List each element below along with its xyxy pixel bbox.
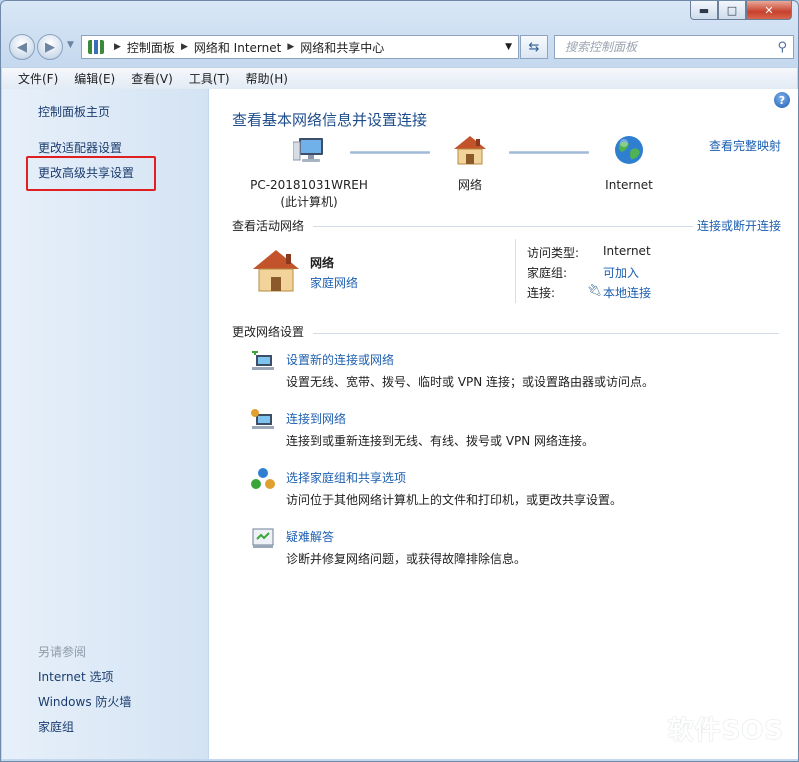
task-troubleshoot-link[interactable]: 疑难解答 <box>286 528 334 545</box>
task-connect-network-link[interactable]: 连接到网络 <box>286 410 346 427</box>
see-also-heading: 另请参阅 <box>38 645 87 659</box>
forward-button[interactable]: ▶ <box>37 34 63 60</box>
map-connector <box>350 151 430 154</box>
main-content: ? 查看基本网络信息并设置连接 查看完整映射 PC-20181031WREH (… <box>209 89 798 759</box>
watermark: 软件SOS <box>667 716 784 746</box>
arrow-left-icon: ◀ <box>17 39 27 55</box>
see-also-internet-options[interactable]: Internet 选项 <box>38 668 113 685</box>
search-box[interactable]: ⚲ <box>554 35 794 59</box>
internet-node-label: Internet <box>605 178 653 192</box>
local-connection-link[interactable]: 本地连接 <box>603 284 651 301</box>
computer-subtitle: (此计算机) <box>280 195 338 209</box>
chevron-right-icon[interactable]: ▶ <box>287 42 294 52</box>
menu-bar: 文件(F) 编辑(E) 查看(V) 工具(T) 帮助(H) <box>2 67 797 90</box>
crumb-control-panel[interactable]: 控制面板 <box>127 39 175 56</box>
change-settings-heading: 更改网络设置 <box>232 325 305 339</box>
help-icon[interactable]: ? <box>774 92 790 108</box>
control-panel-window: ▬ □ ✕ ◀ ▶ ▼ ▶ 控制面板 ▶ 网络和 Internet ▶ 网络和共… <box>0 0 799 762</box>
connect-network-icon <box>251 409 274 429</box>
task-setup-connection-link[interactable]: 设置新的连接或网络 <box>286 351 394 368</box>
connection-label: 连接: <box>527 286 556 300</box>
network-house-icon[interactable] <box>452 134 488 166</box>
divider <box>515 239 516 303</box>
troubleshoot-icon <box>252 528 274 548</box>
history-dropdown-icon[interactable]: ▼ <box>67 40 74 50</box>
ethernet-plug-icon: 🔌︎ <box>587 283 603 297</box>
maximize-button[interactable]: □ <box>718 1 746 20</box>
search-icon[interactable]: ⚲ <box>777 40 787 55</box>
search-input[interactable] <box>563 39 778 55</box>
task-homegroup-desc: 访问位于其他网络计算机上的文件和打印机，或更改共享设置。 <box>286 493 623 507</box>
see-also-homegroup[interactable]: 家庭组 <box>38 718 74 735</box>
chevron-right-icon[interactable]: ▶ <box>114 42 121 52</box>
homegroup-label: 家庭组: <box>527 266 568 280</box>
address-dropdown-icon[interactable]: ▼ <box>505 42 512 52</box>
chevron-right-icon[interactable]: ▶ <box>181 42 188 52</box>
homegroup-join-link[interactable]: 可加入 <box>603 264 639 281</box>
new-connection-icon <box>252 351 274 370</box>
crumb-network-sharing-center[interactable]: 网络和共享中心 <box>300 39 384 56</box>
network-type-link[interactable]: 家庭网络 <box>310 274 358 291</box>
computer-node-label: PC-20181031WREH (此计算机) <box>249 177 369 211</box>
task-setup-connection-desc: 设置无线、宽带、拨号、临时或 VPN 连接；或设置路由器或访问点。 <box>286 375 655 389</box>
arrow-right-icon: ▶ <box>45 39 55 55</box>
map-connector <box>509 151 589 154</box>
view-full-map-link[interactable]: 查看完整映射 <box>709 137 781 154</box>
task-troubleshoot-desc: 诊断并修复网络问题，或获得故障排除信息。 <box>286 552 527 566</box>
network-crumb-icon <box>88 40 104 54</box>
page-title: 查看基本网络信息并设置连接 <box>232 111 428 129</box>
minimize-button[interactable]: ▬ <box>690 1 718 20</box>
network-node-label: 网络 <box>457 178 482 192</box>
connect-disconnect-link[interactable]: 连接或断开连接 <box>697 217 781 234</box>
navigation-bar: ◀ ▶ ▼ ▶ 控制面板 ▶ 网络和 Internet ▶ 网络和共享中心 ▼ … <box>9 34 794 60</box>
task-homegroup-link[interactable]: 选择家庭组和共享选项 <box>286 469 406 486</box>
back-button[interactable]: ◀ <box>9 34 35 60</box>
divider <box>313 226 693 227</box>
internet-globe-icon[interactable] <box>613 134 645 166</box>
active-network-name: 网络 <box>310 256 335 270</box>
homegroup-icon <box>251 468 275 489</box>
refresh-icon: ⇆ <box>528 39 540 55</box>
task-connect-network-desc: 连接到或重新连接到无线、有线、拨号或 VPN 网络连接。 <box>286 434 595 448</box>
menu-file[interactable]: 文件(F) <box>2 70 66 87</box>
computer-name: PC-20181031WREH <box>250 178 368 192</box>
caption-buttons: ▬ □ ✕ <box>690 1 792 20</box>
menu-view[interactable]: 查看(V) <box>123 70 181 87</box>
menu-tools[interactable]: 工具(T) <box>181 70 238 87</box>
menu-edit[interactable]: 编辑(E) <box>66 70 123 87</box>
access-type-label: 访问类型: <box>527 246 580 260</box>
active-networks-heading: 查看活动网络 <box>232 219 305 233</box>
address-bar[interactable]: ▶ 控制面板 ▶ 网络和 Internet ▶ 网络和共享中心 ▼ <box>81 35 519 59</box>
see-also-windows-firewall[interactable]: Windows 防火墙 <box>38 693 131 710</box>
sidebar-change-adapter-settings[interactable]: 更改适配器设置 <box>38 139 122 156</box>
divider <box>313 333 779 334</box>
sidebar: 控制面板主页 更改适配器设置 更改高级共享设置 另请参阅 Internet 选项… <box>2 89 208 759</box>
close-button[interactable]: ✕ <box>746 1 792 20</box>
menu-help[interactable]: 帮助(H) <box>238 70 296 87</box>
sidebar-change-advanced-sharing[interactable]: 更改高级共享设置 <box>38 164 134 181</box>
sidebar-control-panel-home[interactable]: 控制面板主页 <box>38 103 110 120</box>
refresh-button[interactable]: ⇆ <box>520 35 548 59</box>
crumb-network-internet[interactable]: 网络和 Internet <box>194 39 281 56</box>
active-network-house-icon <box>253 250 299 292</box>
access-type-value: Internet <box>603 244 651 258</box>
computer-icon[interactable] <box>293 136 329 166</box>
